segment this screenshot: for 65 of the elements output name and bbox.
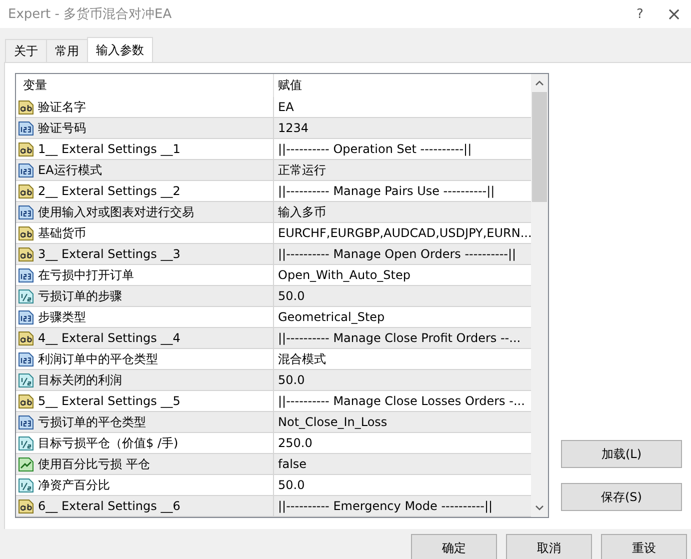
load-button[interactable]: 加载(L) bbox=[561, 440, 682, 468]
text-type-icon bbox=[18, 99, 34, 115]
variable-name: 亏损订单的平仓类型 bbox=[38, 414, 146, 430]
value-cell[interactable]: false bbox=[274, 454, 531, 475]
save-button[interactable]: 保存(S) bbox=[561, 483, 682, 511]
close-button[interactable]: × bbox=[657, 0, 691, 28]
value-cell[interactable]: 输入多币 bbox=[274, 202, 531, 223]
reset-button[interactable]: 重设 bbox=[601, 534, 687, 559]
variable-name: 目标关闭的利润 bbox=[38, 372, 122, 388]
scroll-down-icon[interactable] bbox=[535, 505, 544, 511]
variable-name: 基础货币 bbox=[38, 224, 86, 242]
text-type-icon bbox=[18, 498, 34, 514]
text-type-icon bbox=[18, 183, 34, 199]
value-cell[interactable]: 50.0 bbox=[274, 286, 531, 307]
decimal-type-icon bbox=[18, 477, 34, 493]
tab[interactable]: 关于 bbox=[5, 39, 47, 62]
variable-name: EA运行模式 bbox=[38, 162, 102, 178]
value-cell[interactable]: ||---------- Manage Close Profit Orders --... bbox=[274, 328, 531, 349]
variable-name: 5__ Exteral Settings __5 bbox=[38, 394, 180, 408]
variable-name: 验证名字 bbox=[38, 98, 86, 116]
variable-name: 6__ Exteral Settings __6 bbox=[38, 499, 180, 513]
variable-name: 4__ Exteral Settings __4 bbox=[38, 331, 180, 345]
variable-name: 目标亏损平仓（价值$ /手) bbox=[38, 434, 178, 452]
variable-name: 亏损订单的步骤 bbox=[38, 288, 122, 304]
cancel-button[interactable]: 取消 bbox=[506, 534, 592, 559]
integer-type-icon bbox=[18, 120, 34, 136]
variable-name: 在亏损中打开订单 bbox=[38, 266, 134, 284]
scroll-up-icon[interactable] bbox=[535, 80, 544, 86]
text-type-icon bbox=[18, 141, 34, 157]
value-cell[interactable]: 正常运行 bbox=[274, 160, 531, 181]
value-cell[interactable]: 50.0 bbox=[274, 370, 531, 391]
variable-name: 使用输入对或图表对进行交易 bbox=[38, 204, 194, 220]
scrollbar-thumb[interactable] bbox=[532, 92, 547, 202]
variable-name: 步骤类型 bbox=[38, 308, 86, 326]
scrollbar[interactable] bbox=[531, 74, 548, 517]
variable-name: 2__ Exteral Settings __2 bbox=[38, 184, 180, 198]
integer-type-icon bbox=[18, 204, 34, 220]
text-type-icon bbox=[18, 393, 34, 409]
decimal-type-icon bbox=[18, 372, 34, 388]
ok-button[interactable]: 确定 bbox=[411, 534, 497, 559]
tab[interactable]: 输入参数 bbox=[87, 37, 153, 62]
value-cell[interactable]: 1234 bbox=[274, 118, 531, 139]
integer-type-icon bbox=[18, 267, 34, 283]
variable-name: 使用百分比亏损 平仓 bbox=[38, 456, 150, 472]
decimal-type-icon bbox=[18, 288, 34, 304]
text-type-icon bbox=[18, 225, 34, 241]
column-header[interactable]: 赋值 bbox=[274, 74, 531, 97]
value-cell[interactable]: Not_Close_In_Loss bbox=[274, 412, 531, 433]
integer-type-icon bbox=[18, 309, 34, 325]
text-type-icon bbox=[18, 246, 34, 262]
variable-name: 验证号码 bbox=[38, 120, 86, 136]
window-title: Expert - 多货币混合对冲EA bbox=[8, 6, 173, 23]
value-cell[interactable]: ||---------- Emergency Mode ----------|| bbox=[274, 496, 531, 517]
boolean-type-icon bbox=[18, 456, 34, 472]
integer-type-icon bbox=[18, 351, 34, 367]
value-cell[interactable]: ||---------- Manage Open Orders ----------|| bbox=[274, 244, 531, 265]
integer-type-icon bbox=[18, 414, 34, 430]
integer-type-icon bbox=[18, 162, 34, 178]
help-button[interactable]: ? bbox=[623, 0, 657, 28]
variable-name: 净资产百分比 bbox=[38, 476, 110, 494]
variable-name: 3__ Exteral Settings __3 bbox=[38, 247, 180, 261]
text-type-icon bbox=[18, 330, 34, 346]
decimal-type-icon bbox=[18, 435, 34, 451]
variable-name: 利润订单中的平仓类型 bbox=[38, 350, 158, 368]
variable-name: 1__ Exteral Settings __1 bbox=[38, 142, 180, 156]
